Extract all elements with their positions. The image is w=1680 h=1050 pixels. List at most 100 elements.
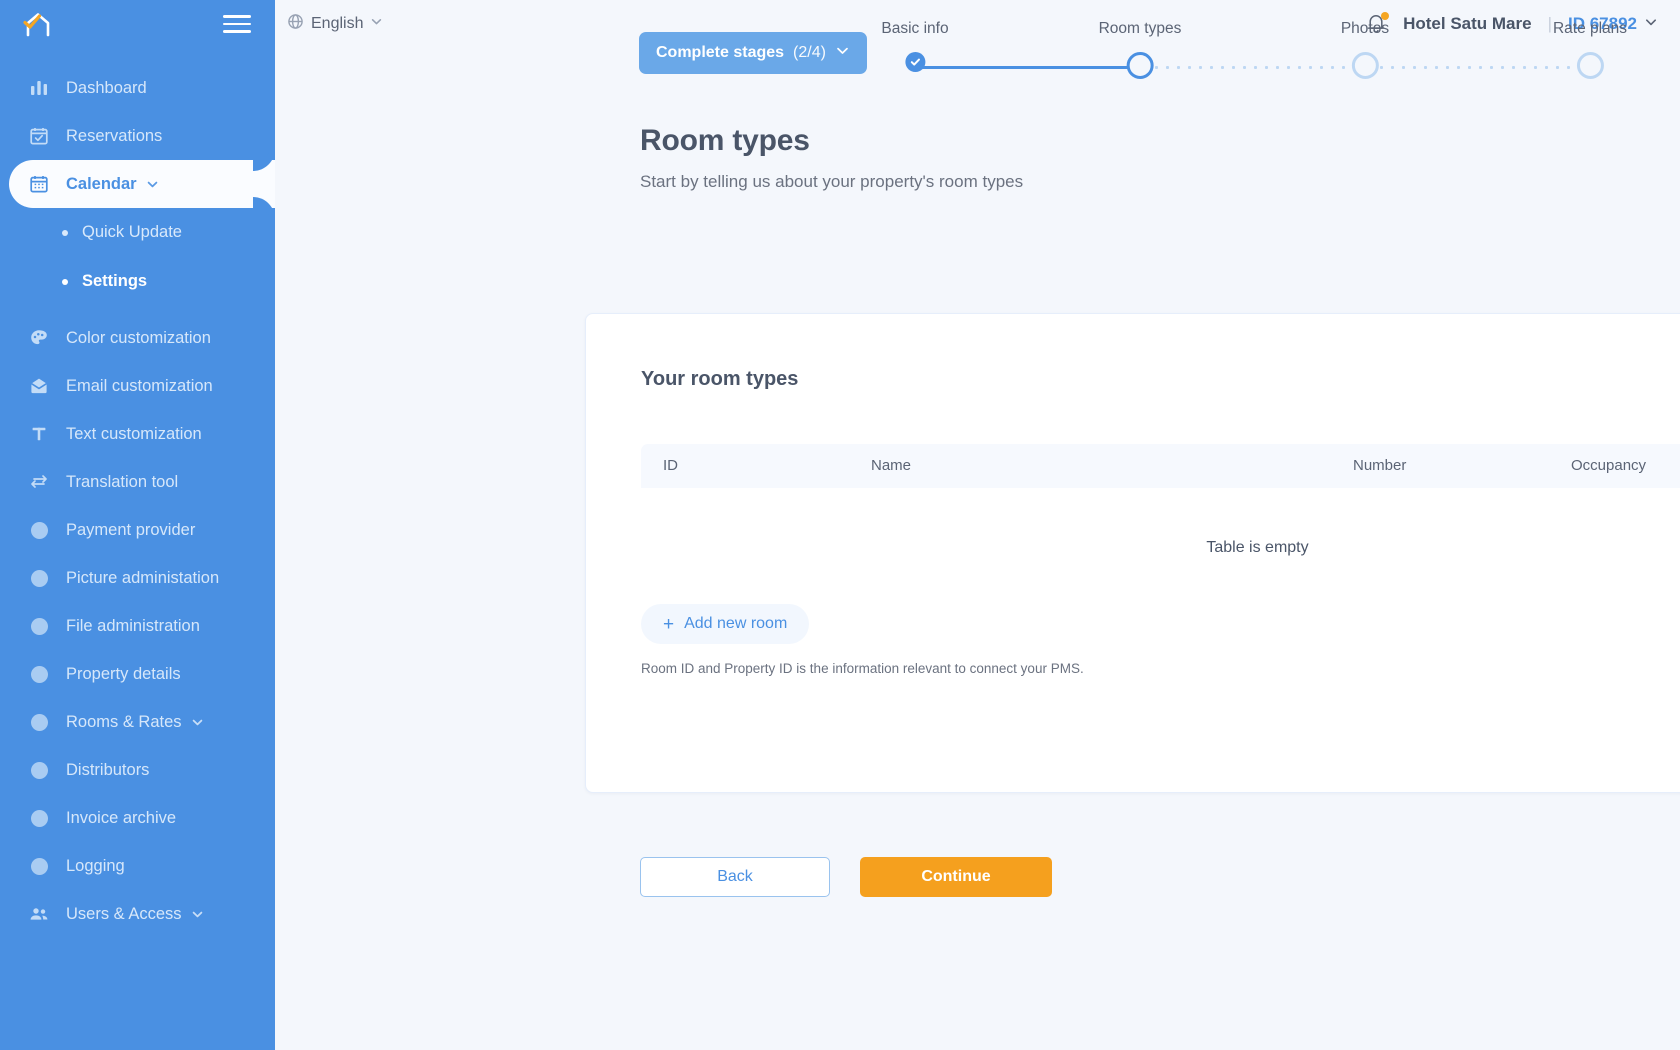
sidebar-item-dashboard[interactable]: Dashboard	[0, 64, 275, 112]
language-selector[interactable]: English	[287, 13, 383, 35]
palette-icon	[28, 327, 50, 349]
complete-stages-button[interactable]: Complete stages (2/4)	[639, 32, 867, 74]
stepper-step-room-types[interactable]: Room types	[1098, 20, 1182, 79]
sidebar-item-translation-tool[interactable]: Translation tool	[0, 458, 275, 506]
sidebar-menu: Dashboard Reservations Calendar Quick Up…	[0, 64, 275, 938]
sidebar-subitem-label: Quick Update	[82, 223, 182, 241]
sidebar-item-logging[interactable]: Logging	[0, 842, 275, 890]
dot-icon	[28, 519, 50, 541]
table-header-row: ID Name Number Occupancy Actions	[641, 444, 1680, 488]
sidebar-item-email-customization[interactable]: Email customization	[0, 362, 275, 410]
sidebar-subitem-quick-update[interactable]: Quick Update	[0, 208, 275, 257]
sidebar-item-label: Email customization	[66, 376, 213, 395]
stepper-step-rate-plans[interactable]: Rate plans	[1553, 20, 1627, 79]
stepper-step-label: Room types	[1098, 20, 1182, 37]
dot-icon	[28, 855, 50, 877]
sidebar-item-label: Rooms & Rates	[66, 712, 182, 731]
dot-icon	[28, 807, 50, 829]
chevron-down-icon	[370, 15, 383, 33]
envelope-icon	[28, 375, 50, 397]
sidebar-item-label: Distributors	[66, 760, 150, 779]
room-types-table: ID Name Number Occupancy Actions Table i…	[641, 444, 1680, 608]
stepper-step-label: Basic info	[881, 20, 949, 37]
text-t-icon	[28, 423, 50, 445]
sidebar-item-label: Logging	[66, 856, 125, 875]
stepper-track	[915, 65, 1590, 70]
column-header-id: ID	[663, 457, 678, 474]
back-button[interactable]: Back	[640, 857, 830, 897]
bullet-icon	[62, 278, 68, 285]
add-new-room-button[interactable]: + Add new room	[641, 604, 810, 644]
sidebar-header	[0, 0, 275, 48]
translate-arrows-icon	[28, 471, 50, 493]
page-subtitle: Start by telling us about your property'…	[640, 172, 1024, 191]
sidebar-item-color-customization[interactable]: Color customization	[0, 314, 275, 362]
add-new-room-label: Add new room	[684, 615, 788, 632]
wizard-actions: Back Continue	[640, 857, 1052, 897]
sidebar-item-calendar[interactable]: Calendar	[9, 160, 275, 208]
stepper-step-photos[interactable]: Photos	[1341, 20, 1389, 79]
page-title: Room types	[640, 124, 810, 157]
notification-badge	[1381, 12, 1390, 20]
bar-chart-icon	[28, 77, 50, 99]
sidebar-item-label: Users & Access	[66, 904, 182, 923]
sidebar-item-file-administration[interactable]: File administration	[0, 602, 275, 650]
column-header-name: Name	[871, 457, 912, 474]
burger-line	[223, 22, 251, 26]
sidebar-item-label: Color customization	[66, 328, 211, 347]
dot-icon	[28, 615, 50, 637]
chevron-down-icon	[835, 43, 850, 63]
sidebar-item-label: Picture administation	[66, 568, 220, 587]
sidebar-item-label: File administration	[66, 616, 200, 635]
calendar-check-icon	[28, 125, 50, 147]
dot-icon	[28, 567, 50, 589]
chevron-down-icon	[191, 908, 204, 921]
step-node-todo	[1351, 52, 1379, 79]
sidebar-item-invoice-archive[interactable]: Invoice archive	[0, 794, 275, 842]
sidebar-item-payment-provider[interactable]: Payment provider	[0, 506, 275, 554]
card-title: Your room types	[641, 368, 799, 390]
sidebar-item-label: Property details	[66, 664, 181, 683]
chevron-down-icon	[146, 178, 159, 191]
step-node-current	[1126, 52, 1154, 79]
continue-button[interactable]: Continue	[860, 857, 1052, 897]
sidebar-item-label: Payment provider	[66, 520, 196, 539]
step-node-todo	[1576, 52, 1604, 79]
stepper-step-label: Rate plans	[1552, 20, 1628, 37]
globe-icon	[287, 13, 304, 35]
burger-line	[223, 30, 251, 33]
chevron-down-icon	[1644, 15, 1658, 34]
stepper-step-basic-info[interactable]: Basic info	[881, 20, 949, 72]
plus-icon: +	[663, 613, 675, 635]
sidebar-item-picture-administration[interactable]: Picture administation	[0, 554, 275, 602]
stepper-step-label: Photos	[1340, 20, 1390, 37]
sidebar-item-label: Invoice archive	[66, 808, 177, 827]
main-content: English Hotel Satu Mare | ID 67892 Compl…	[275, 0, 1680, 1050]
sidebar-subitem-label: Settings	[82, 272, 148, 290]
app-root: Dashboard Reservations Calendar Quick Up…	[0, 0, 1680, 1050]
users-icon	[28, 903, 50, 925]
bullet-icon	[62, 229, 68, 236]
dot-icon	[28, 663, 50, 685]
dot-icon	[28, 759, 50, 781]
sidebar-item-label: Calendar	[66, 174, 137, 193]
sidebar-item-reservations[interactable]: Reservations	[0, 112, 275, 160]
complete-stages-label: Complete stages	[656, 44, 785, 61]
complete-stages-count: (2/4)	[793, 44, 826, 61]
column-header-number: Number	[1353, 457, 1407, 474]
table-empty-text: Table is empty	[1206, 539, 1309, 556]
menu-toggle[interactable]	[223, 15, 251, 33]
sidebar-item-label: Dashboard	[66, 78, 147, 97]
sidebar-item-text-customization[interactable]: Text customization	[0, 410, 275, 458]
calendar-grid-icon	[28, 173, 50, 195]
check-icon	[904, 52, 925, 72]
sidebar-item-users-and-access[interactable]: Users & Access	[0, 890, 275, 938]
language-label: English	[311, 15, 364, 32]
sidebar-item-property-details[interactable]: Property details	[0, 650, 275, 698]
sidebar-item-label: Translation tool	[66, 472, 179, 491]
house-logo[interactable]	[20, 7, 54, 41]
room-types-card: Your room types ID Name Number Occupancy…	[585, 313, 1680, 793]
sidebar-item-distributors[interactable]: Distributors	[0, 746, 275, 794]
sidebar-item-rooms-and-rates[interactable]: Rooms & Rates	[0, 698, 275, 746]
sidebar-subitem-settings[interactable]: Settings	[0, 257, 275, 306]
